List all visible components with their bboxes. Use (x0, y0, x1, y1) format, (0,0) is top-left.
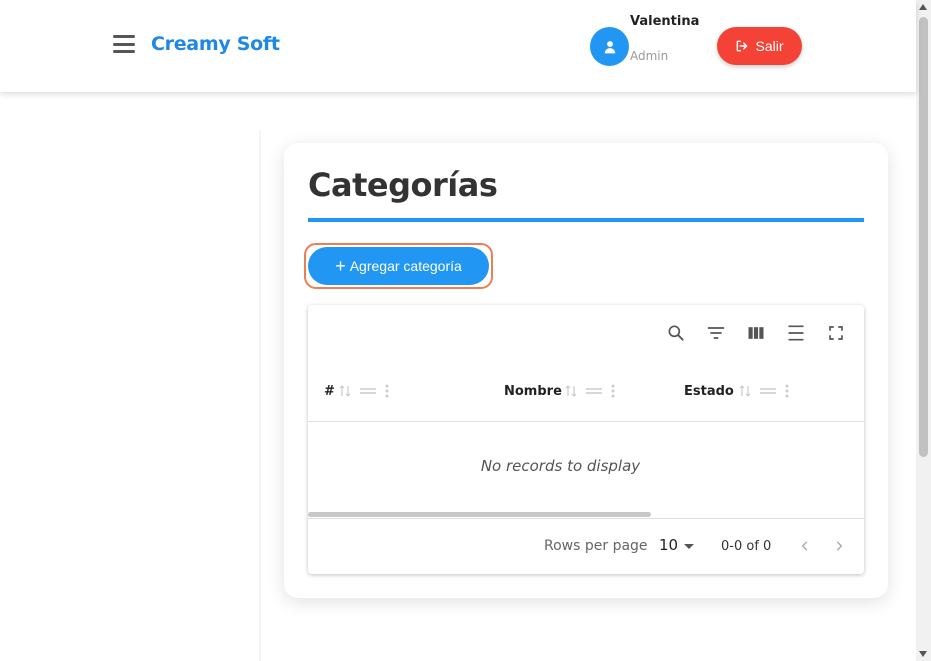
rows-per-page-label: Rows per page (544, 538, 648, 554)
brand-logo-text[interactable]: Creamy Soft (151, 33, 280, 55)
filter-icon[interactable] (705, 322, 727, 344)
density-icon[interactable] (785, 322, 807, 344)
search-icon[interactable] (665, 322, 687, 344)
column-header-number[interactable]: # (324, 382, 335, 400)
empty-state-message: No records to display (480, 457, 641, 475)
drag-handle-icon[interactable] (760, 386, 776, 396)
next-page-button[interactable] (829, 536, 849, 556)
user-avatar[interactable] (590, 27, 629, 66)
column-menu-icon[interactable] (785, 384, 789, 398)
footer-divider (308, 518, 864, 519)
rows-per-page-select[interactable]: 10 (659, 536, 695, 554)
fullscreen-icon[interactable] (825, 322, 847, 344)
page-title: Categorías (308, 166, 498, 204)
logout-button[interactable]: Salir (717, 27, 802, 65)
column-estado-actions (739, 382, 789, 400)
add-category-label: Agregar categoría (349, 258, 462, 274)
top-header: Creamy Soft Valentina Admin Salir (0, 0, 916, 92)
logout-label: Salir (755, 38, 784, 54)
columns-icon[interactable] (745, 322, 767, 344)
column-menu-icon[interactable] (611, 384, 615, 398)
chevron-left-icon (801, 541, 808, 551)
previous-page-button[interactable] (795, 536, 815, 556)
user-role: Admin (630, 49, 669, 63)
scroll-down-icon[interactable] (919, 651, 927, 657)
scrollbar-thumb[interactable] (919, 17, 928, 457)
column-number-actions (339, 382, 389, 400)
column-menu-icon[interactable] (385, 384, 389, 398)
header-divider (308, 421, 864, 422)
hamburger-menu-icon[interactable] (113, 35, 135, 53)
sidebar-divider (259, 130, 261, 661)
drag-handle-icon[interactable] (586, 386, 602, 396)
title-underline (308, 218, 864, 222)
column-header-estado[interactable]: Estado (684, 382, 734, 400)
scroll-up-icon[interactable] (919, 4, 927, 10)
plus-icon: + (335, 256, 346, 276)
dropdown-caret-icon (684, 543, 695, 549)
sort-icon[interactable] (565, 384, 577, 398)
user-icon (604, 40, 615, 53)
drag-handle-icon[interactable] (360, 386, 376, 396)
logout-icon (737, 40, 748, 52)
rows-per-page-value: 10 (659, 536, 679, 554)
table-horizontal-scrollbar[interactable] (308, 512, 651, 517)
user-name: Valentina (630, 14, 700, 29)
sort-icon[interactable] (339, 384, 351, 398)
sort-icon[interactable] (739, 384, 751, 398)
page-scrollbar[interactable] (916, 0, 931, 661)
add-category-button[interactable]: + Agregar categoría (308, 247, 489, 285)
chevron-right-icon (836, 541, 843, 551)
column-header-nombre[interactable]: Nombre (504, 382, 562, 400)
data-table (308, 305, 864, 574)
pagination-range: 0-0 of 0 (721, 539, 772, 554)
column-nombre-actions (565, 382, 615, 400)
